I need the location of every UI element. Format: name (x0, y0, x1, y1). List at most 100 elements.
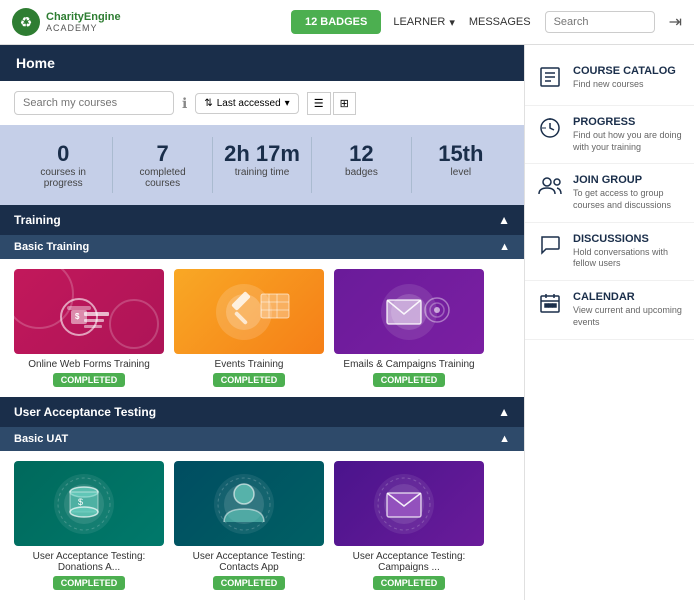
completed-badge: COMPLETED (53, 576, 126, 590)
stats-row: 0 courses in progress 7 completed course… (0, 125, 524, 205)
stat-label: level (420, 167, 502, 178)
sidebar-item-progress[interactable]: PROGRESS Find out how you are doing with… (525, 106, 694, 164)
header: ♻ CharityEngine ACADEMY 12 BADGES LEARNE… (0, 0, 694, 45)
card-thumbnail: $ (14, 269, 164, 354)
sidebar-text: DISCUSSIONS Hold conversations with fell… (573, 233, 682, 270)
card-title: Online Web Forms Training (28, 359, 150, 370)
sidebar-text: JOIN GROUP To get access to group course… (573, 174, 682, 211)
sidebar-item-calendar[interactable]: CALENDAR View current and upcoming event… (525, 281, 694, 339)
card-thumbnail (174, 269, 324, 354)
completed-badge: COMPLETED (213, 373, 286, 387)
basic-training-subsection-header[interactable]: Basic Training ▲ (0, 235, 524, 259)
stat-label: badges (320, 167, 402, 178)
course-catalog-icon (537, 65, 563, 95)
card-title: User Acceptance Testing: Donations A... (14, 551, 164, 573)
sidebar-desc: Hold conversations with fellow users (573, 247, 682, 270)
card-title: User Acceptance Testing: Campaigns ... (334, 551, 484, 573)
svg-text:$: $ (78, 497, 83, 507)
sidebar-text: CALENDAR View current and upcoming event… (573, 291, 682, 328)
logout-button[interactable]: ⇥ (669, 12, 682, 32)
right-sidebar: COURSE CATALOG Find new courses PROGRESS… (524, 45, 694, 600)
stat-badges: 12 badges (312, 137, 411, 193)
stat-value: 2h 17m (221, 141, 303, 167)
uat-section-header[interactable]: User Acceptance Testing ▲ (0, 397, 524, 427)
logo-name: CharityEngine (46, 11, 121, 23)
search-bar-row: ℹ ⇅ Last accessed ▾ ☰ ⊞ (0, 81, 524, 125)
completed-badge: COMPLETED (53, 373, 126, 387)
logo-text: CharityEngine ACADEMY (46, 11, 121, 33)
basic-uat-subsection-header[interactable]: Basic UAT ▲ (0, 427, 524, 451)
learner-dropdown[interactable]: LEARNER ▾ (393, 16, 455, 29)
badges-button[interactable]: 12 BADGES (291, 10, 381, 34)
card-title: Events Training (215, 359, 284, 370)
sidebar-text: PROGRESS Find out how you are doing with… (573, 116, 682, 153)
sidebar-title: PROGRESS (573, 116, 682, 128)
main-layout: Home ℹ ⇅ Last accessed ▾ ☰ ⊞ 0 courses i… (0, 45, 694, 600)
course-card-events-training[interactable]: Events Training COMPLETED (174, 269, 324, 387)
header-search-input[interactable] (545, 11, 655, 33)
course-card-uat-contacts[interactable]: User Acceptance Testing: Contacts App CO… (174, 461, 324, 590)
course-search-input[interactable] (14, 91, 174, 115)
sidebar-item-course-catalog[interactable]: COURSE CATALOG Find new courses (525, 55, 694, 106)
logo-icon: ♻ (12, 8, 40, 36)
course-card-uat-donations[interactable]: $ User Acceptance Testing: Donations A..… (14, 461, 164, 590)
stat-completed-courses: 7 completed courses (113, 137, 212, 193)
svg-text:$: $ (75, 312, 80, 321)
stat-value: 15th (420, 141, 502, 167)
card-thumbnail (334, 461, 484, 546)
view-icons: ☰ ⊞ (307, 92, 356, 115)
stat-value: 7 (121, 141, 203, 167)
chevron-up-icon: ▲ (499, 241, 510, 253)
sidebar-item-discussions[interactable]: DISCUSSIONS Hold conversations with fell… (525, 223, 694, 281)
left-content: Home ℹ ⇅ Last accessed ▾ ☰ ⊞ 0 courses i… (0, 45, 524, 600)
card-title: User Acceptance Testing: Contacts App (174, 551, 324, 573)
last-accessed-button[interactable]: ⇅ Last accessed ▾ (195, 93, 298, 114)
card-thumbnail (334, 269, 484, 354)
calendar-icon (537, 291, 563, 321)
list-view-button[interactable]: ☰ (307, 92, 331, 115)
sidebar-item-join-group[interactable]: JOIN GROUP To get access to group course… (525, 164, 694, 222)
stat-level: 15th level (412, 137, 510, 193)
card-thumbnail (174, 461, 324, 546)
completed-badge: COMPLETED (213, 576, 286, 590)
join-group-icon (537, 174, 563, 204)
chevron-down-icon: ▾ (285, 98, 290, 109)
course-card-emails-campaigns[interactable]: Emails & Campaigns Training COMPLETED (334, 269, 484, 387)
grid-view-button[interactable]: ⊞ (333, 92, 356, 115)
chevron-up-icon: ▲ (498, 405, 510, 419)
messages-link[interactable]: MESSAGES (469, 16, 531, 28)
sidebar-title: CALENDAR (573, 291, 682, 303)
discussions-icon (537, 233, 563, 263)
logout-icon: ⇥ (669, 14, 682, 31)
uat-cards: $ User Acceptance Testing: Donations A..… (0, 451, 524, 600)
info-icon[interactable]: ℹ (182, 95, 187, 112)
progress-icon (537, 116, 563, 146)
stat-label: completed courses (121, 167, 203, 189)
chevron-up-icon: ▲ (499, 433, 510, 445)
stat-label: training time (221, 167, 303, 178)
sidebar-title: JOIN GROUP (573, 174, 682, 186)
sidebar-desc: View current and upcoming events (573, 305, 682, 328)
basic-training-cards: $ Online Web Forms Training COMPLETED (0, 259, 524, 397)
completed-badge: COMPLETED (373, 373, 446, 387)
completed-badge: COMPLETED (373, 576, 446, 590)
sort-icon: ⇅ (204, 98, 212, 109)
sidebar-desc: Find new courses (573, 79, 676, 91)
sidebar-text: COURSE CATALOG Find new courses (573, 65, 676, 91)
sidebar-desc: To get access to group courses and discu… (573, 188, 682, 211)
header-nav: LEARNER ▾ MESSAGES ⇥ (393, 11, 682, 33)
stat-label: courses in progress (22, 167, 104, 189)
stat-training-time: 2h 17m training time (213, 137, 312, 193)
page-title: Home (16, 55, 55, 71)
stat-value: 12 (320, 141, 402, 167)
chevron-up-icon: ▲ (498, 213, 510, 227)
stat-courses-in-progress: 0 courses in progress (14, 137, 113, 193)
training-section-header[interactable]: Training ▲ (0, 205, 524, 235)
course-card-uat-campaigns[interactable]: User Acceptance Testing: Campaigns ... C… (334, 461, 484, 590)
course-card-online-web-forms[interactable]: $ Online Web Forms Training COMPLETED (14, 269, 164, 387)
card-thumbnail: $ (14, 461, 164, 546)
page-header: Home (0, 45, 524, 81)
card-title: Emails & Campaigns Training (343, 359, 474, 370)
sidebar-title: COURSE CATALOG (573, 65, 676, 77)
logo-area: ♻ CharityEngine ACADEMY (12, 8, 121, 36)
